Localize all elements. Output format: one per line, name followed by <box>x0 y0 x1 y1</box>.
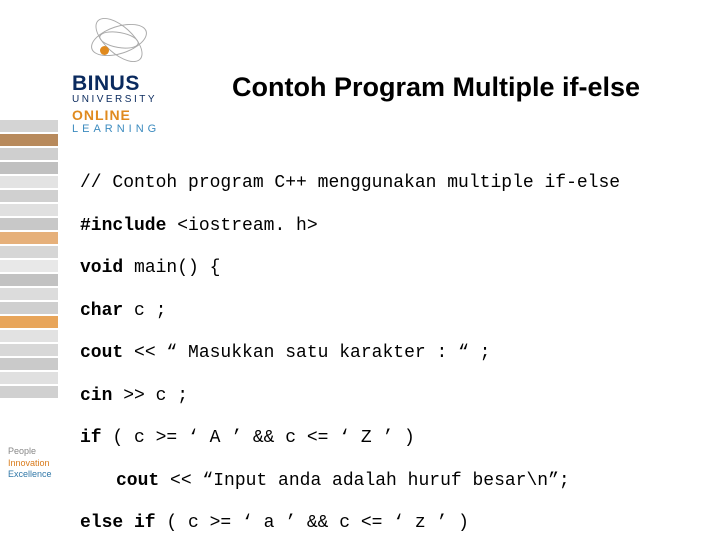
logo-text-learning: LEARNING <box>72 123 222 135</box>
code-line: #include <iostream. h> <box>80 216 700 237</box>
code-line: cout << “Input anda adalah huruf besar\n… <box>80 471 700 492</box>
tagline-block: People Innovation Excellence <box>8 446 52 480</box>
tagline-excellence: Excellence <box>8 469 52 480</box>
sidebar-decorative-stripes <box>0 120 58 420</box>
logo-block: BINUS UNIVERSITY ONLINE LEARNING <box>72 10 222 135</box>
code-line: // Contoh program C++ menggunakan multip… <box>80 173 700 194</box>
code-example: // Contoh program C++ menggunakan multip… <box>80 152 700 540</box>
code-line: else if ( c >= ‘ a ’ && c <= ‘ z ’ ) <box>80 513 700 534</box>
slide-title: Contoh Program Multiple if-else <box>232 72 700 103</box>
code-line: void main() { <box>80 258 700 279</box>
code-line: char c ; <box>80 301 700 322</box>
code-line: cout << “ Masukkan satu karakter : “ ; <box>80 343 700 364</box>
logo-text-binus: BINUS <box>72 72 222 96</box>
tagline-people: People <box>8 446 52 457</box>
logo-text-online: ONLINE <box>72 107 222 123</box>
logo-orbit-icon <box>84 10 154 70</box>
logo-text-university: UNIVERSITY <box>72 94 222 105</box>
code-line: if ( c >= ‘ A ’ && c <= ‘ Z ’ ) <box>80 428 700 449</box>
code-line: cin >> c ; <box>80 386 700 407</box>
tagline-innovation: Innovation <box>8 458 52 469</box>
